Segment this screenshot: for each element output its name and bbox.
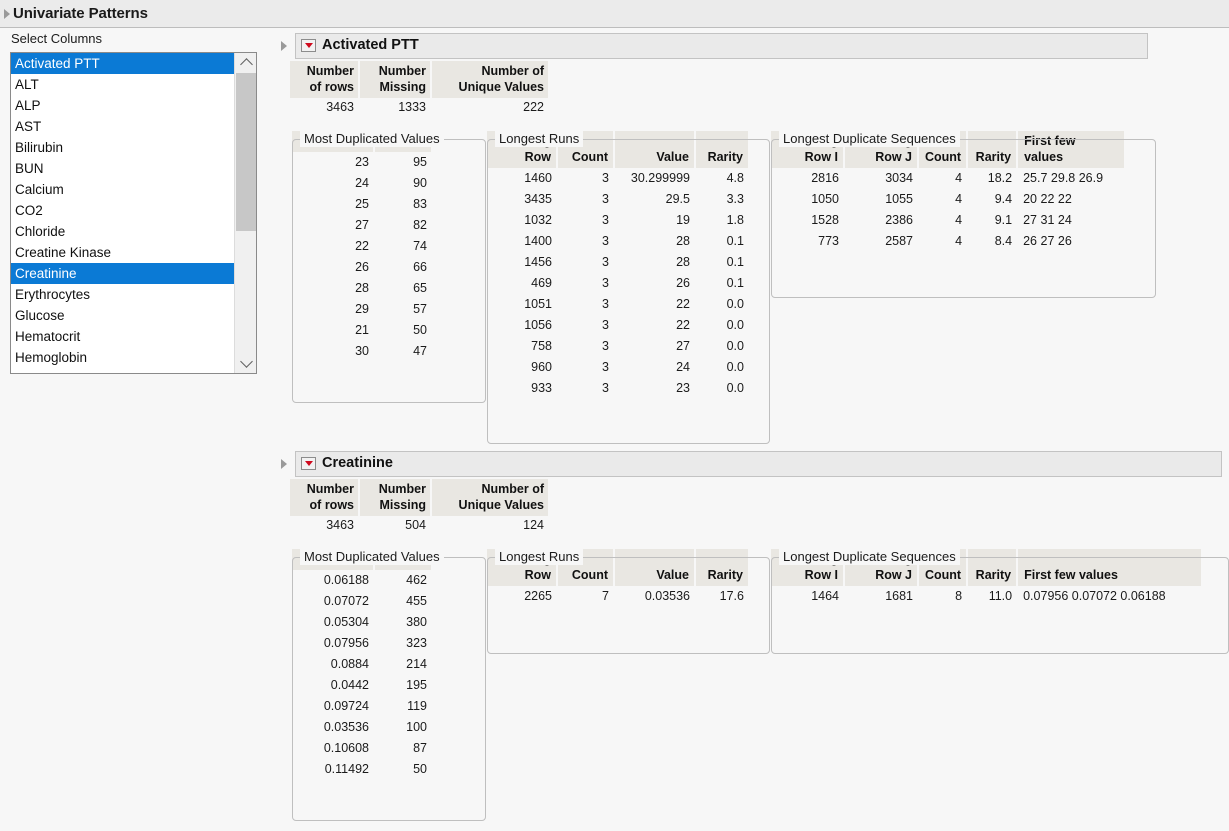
summary-value-cell: 3463	[290, 516, 358, 532]
window-titlebar: Univariate Patterns	[0, 0, 1229, 28]
section-title: Activated PTT	[322, 37, 419, 53]
group-legend: Most Duplicated Values	[300, 131, 444, 147]
list-item[interactable]: Calcium	[11, 179, 234, 200]
list-item[interactable]: Bilirubin	[11, 137, 234, 158]
summary-header-row: Number of rows Number Missing Number of …	[290, 479, 550, 516]
red-triangle-menu-icon[interactable]	[301, 39, 316, 52]
summary-header-cell: Number Missing	[360, 61, 430, 98]
list-item[interactable]: Chloride	[11, 221, 234, 242]
group-legend: Longest Runs	[495, 131, 583, 147]
triangle-collapse-icon[interactable]	[281, 459, 287, 469]
list-item[interactable]: Creatine Kinase	[11, 242, 234, 263]
summary-value-row: 3463 1333 222	[290, 98, 550, 114]
list-item[interactable]: BUN	[11, 158, 234, 179]
chevron-down-icon[interactable]	[235, 353, 257, 373]
summary-value-cell: 222	[432, 98, 548, 114]
longest-runs-group: Longest Runs Starting Row Count Value Ra…	[487, 549, 770, 654]
section-header[interactable]: Activated PTT	[281, 33, 1148, 59]
page-title: Univariate Patterns	[13, 5, 148, 22]
most-duplicated-values-group: Most Duplicated Values Value Count 2395 …	[292, 131, 486, 403]
group-legend: Longest Runs	[495, 549, 583, 565]
longest-runs-group: Longest Runs Starting Row Count Value Ra…	[487, 131, 770, 444]
section-header[interactable]: Creatinine	[281, 451, 1222, 477]
list-item[interactable]: Creatinine	[11, 263, 234, 284]
select-columns-listbox[interactable]: Activated PTT ALT ALP AST Bilirubin BUN …	[10, 52, 257, 374]
longest-duplicate-sequences-group: Longest Duplicate Sequences Starting Row…	[771, 131, 1156, 298]
summary-value-cell: 1333	[360, 98, 430, 114]
list-item[interactable]: Hemoglobin	[11, 347, 234, 368]
red-triangle-menu-icon[interactable]	[301, 457, 316, 470]
summary-header-cell: Number of rows	[290, 479, 358, 516]
list-item[interactable]: Activated PTT	[11, 53, 234, 74]
summary-header-cell: Number of Unique Values	[432, 479, 548, 516]
report-section-creatinine: Creatinine Number of rows Number Missing…	[281, 451, 1229, 831]
longest-duplicate-sequences-group: Longest Duplicate Sequences Starting Row…	[771, 549, 1229, 654]
summary-header-cell: Number of rows	[290, 61, 358, 98]
triangle-collapse-icon[interactable]	[281, 41, 287, 51]
select-columns-label: Select Columns	[11, 31, 102, 46]
summary-value-cell: 124	[432, 516, 548, 532]
group-legend: Longest Duplicate Sequences	[779, 549, 960, 565]
chevron-up-icon[interactable]	[235, 53, 257, 73]
list-item[interactable]: Hematocrit	[11, 326, 234, 347]
summary-header-row: Number of rows Number Missing Number of …	[290, 61, 550, 98]
column-list: Activated PTT ALT ALP AST Bilirubin BUN …	[11, 53, 234, 368]
section-title: Creatinine	[322, 455, 393, 471]
summary-table: Number of rows Number Missing Number of …	[290, 479, 550, 532]
list-item[interactable]: ALT	[11, 74, 234, 95]
scrollbar-thumb[interactable]	[236, 73, 256, 231]
summary-header-cell: Number of Unique Values	[432, 61, 548, 98]
list-item[interactable]: Erythrocytes	[11, 284, 234, 305]
summary-header-cell: Number Missing	[360, 479, 430, 516]
univariate-patterns-window: Univariate Patterns Select Columns Activ…	[0, 0, 1229, 831]
triangle-collapse-icon[interactable]	[4, 9, 10, 19]
group-legend: Longest Duplicate Sequences	[779, 131, 960, 147]
summary-value-row: 3463 504 124	[290, 516, 550, 532]
list-item[interactable]: ALP	[11, 95, 234, 116]
list-item[interactable]: Glucose	[11, 305, 234, 326]
summary-value-cell: 504	[360, 516, 430, 532]
summary-table: Number of rows Number Missing Number of …	[290, 61, 550, 114]
list-item[interactable]: AST	[11, 116, 234, 137]
listbox-scrollbar[interactable]	[234, 53, 256, 373]
group-legend: Most Duplicated Values	[300, 549, 444, 565]
most-duplicated-values-group: Most Duplicated Values Value Count 0.061…	[292, 549, 486, 821]
list-item[interactable]: CO2	[11, 200, 234, 221]
summary-value-cell: 3463	[290, 98, 358, 114]
report-section-activated-ptt: Activated PTT Number of rows Number Miss…	[281, 33, 1229, 445]
